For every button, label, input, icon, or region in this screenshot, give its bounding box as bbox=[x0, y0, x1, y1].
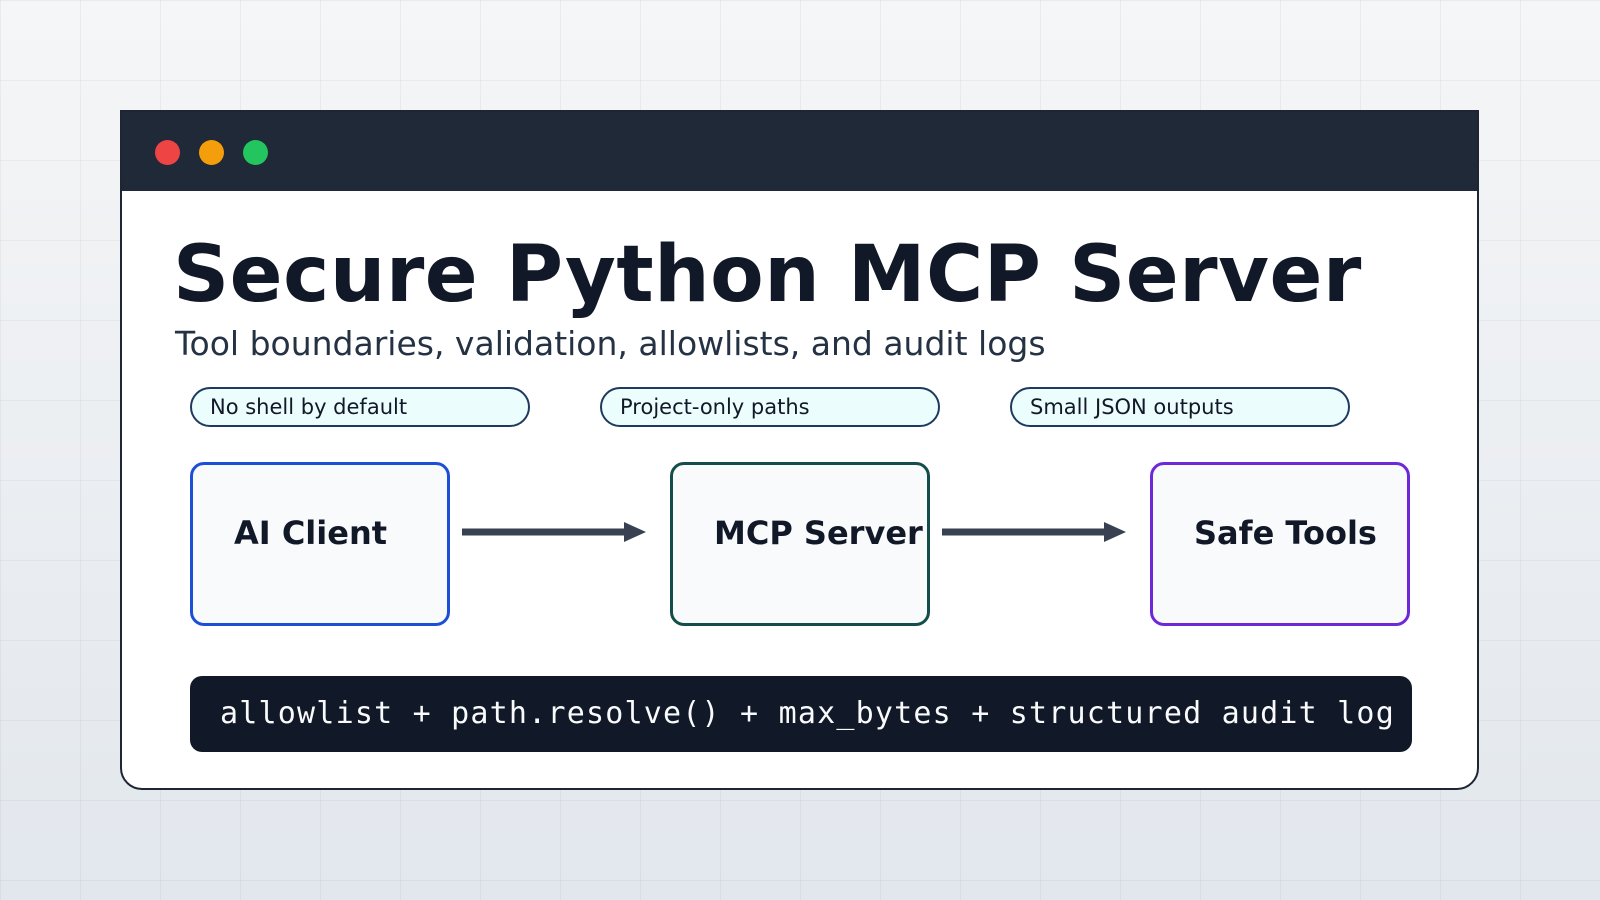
app-window: Secure Python MCP Server Tool boundaries… bbox=[120, 110, 1479, 790]
pill-json-outputs: Small JSON outputs bbox=[1010, 387, 1350, 427]
page-subtitle: Tool boundaries, validation, allowlists,… bbox=[175, 324, 1046, 363]
arrow-right-icon bbox=[942, 522, 1126, 542]
node-ai-client: AI Client bbox=[190, 462, 450, 626]
node-safe-tools: Safe Tools bbox=[1150, 462, 1410, 626]
minimize-dot-icon[interactable] bbox=[199, 140, 224, 165]
pill-project-paths: Project-only paths bbox=[600, 387, 940, 427]
arrow-right-icon bbox=[462, 522, 646, 542]
window-titlebar bbox=[122, 112, 1477, 191]
code-summary-bar: allowlist + path.resolve() + max_bytes +… bbox=[190, 676, 1412, 752]
maximize-dot-icon[interactable] bbox=[243, 140, 268, 165]
page-title: Secure Python MCP Server bbox=[173, 230, 1362, 320]
pill-no-shell: No shell by default bbox=[190, 387, 530, 427]
node-mcp-server: MCP Server bbox=[670, 462, 930, 626]
close-dot-icon[interactable] bbox=[155, 140, 180, 165]
node-ai-client-label: AI Client bbox=[234, 514, 388, 552]
node-mcp-server-label: MCP Server bbox=[714, 514, 923, 552]
node-safe-tools-label: Safe Tools bbox=[1194, 514, 1377, 552]
